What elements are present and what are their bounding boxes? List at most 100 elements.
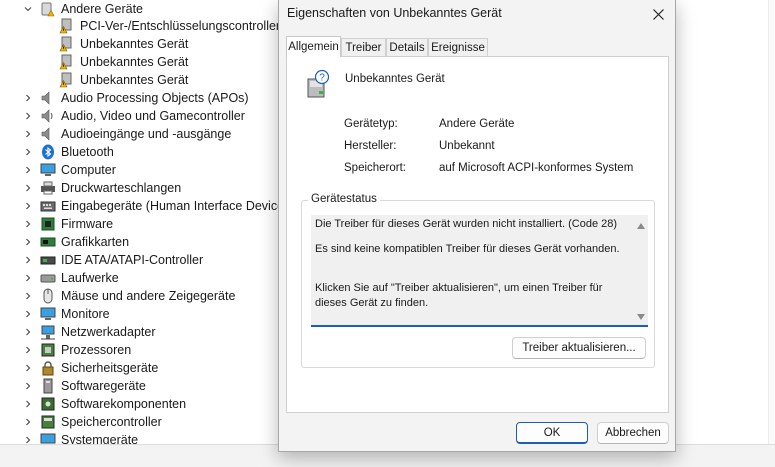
tree-item-label: Unbekanntes Gerät [80, 37, 189, 51]
controller-icon [40, 252, 56, 268]
device-status-title: Gerätestatus [308, 193, 380, 205]
tab-ereignisse[interactable]: Ereignisse [428, 38, 488, 56]
tree-item-speichercontroller[interactable]: Speichercontroller [0, 413, 300, 431]
tree-item-firmware[interactable]: Firmware [0, 215, 300, 233]
keyboard-icon [40, 198, 56, 214]
chevron-right-icon[interactable] [22, 128, 34, 140]
tree-item-unknown-device[interactable]: Unbekanntes Gerät [0, 53, 300, 71]
tree-item-andere-geraete[interactable]: Andere Geräte [0, 0, 300, 18]
scroll-down-icon[interactable] [636, 312, 646, 322]
tree-item-audio-video-gamecontroller[interactable]: Audio, Video und Gamecontroller [0, 107, 300, 125]
unknown-device-icon: ? [305, 69, 331, 99]
speaker-icon [40, 126, 56, 142]
chevron-right-icon[interactable] [22, 416, 34, 428]
tab-allgemein[interactable]: Allgemein [286, 36, 341, 57]
tree-item-monitore[interactable]: Monitore [0, 305, 300, 323]
tree-item-bluetooth[interactable]: Bluetooth [0, 143, 300, 161]
chevron-right-icon[interactable] [22, 308, 34, 320]
svg-text:?: ? [319, 73, 325, 84]
tree-item-druckwarteschlangen[interactable]: Druckwarteschlangen [0, 179, 300, 197]
chevron-right-icon[interactable] [22, 254, 34, 266]
tree-item-ide-controller[interactable]: IDE ATA/ATAPI-Controller [0, 251, 300, 269]
tree-item-sicherheitsgeraete[interactable]: Sicherheitsgeräte [0, 359, 300, 377]
software-device-icon [40, 378, 56, 394]
storage-icon [40, 414, 56, 430]
chevron-right-icon[interactable] [22, 362, 34, 374]
scrollbar-track[interactable] [768, 0, 775, 444]
warning-device-icon [59, 54, 75, 70]
tree-item-audio-processing-objects[interactable]: Audio Processing Objects (APOs) [0, 89, 300, 107]
chevron-right-icon[interactable] [22, 380, 34, 392]
tree-item-label: Audio, Video und Gamecontroller [61, 109, 245, 123]
dialog-titlebar[interactable]: Eigenschaften von Unbekanntes Gerät [279, 0, 675, 28]
chevron-right-icon[interactable] [22, 110, 34, 122]
tree-item-pci-controller[interactable]: PCI-Ver-/Entschlüsselungscontroller [0, 17, 300, 35]
tree-item-label: Druckwarteschlangen [61, 181, 182, 195]
tree-item-maeuse[interactable]: Mäuse und andere Zeigegeräte [0, 287, 300, 305]
unknown-devices-icon [40, 1, 56, 17]
warning-device-icon [59, 36, 75, 52]
tree-item-softwarekomponenten[interactable]: Softwarekomponenten [0, 395, 300, 413]
tree-item-grafikkarten[interactable]: Grafikkarten [0, 233, 300, 251]
tree-item-label: Andere Geräte [61, 2, 143, 16]
manufacturer-value: Unbekannt [439, 140, 495, 152]
close-button[interactable] [641, 0, 675, 28]
tab-treiber[interactable]: Treiber [341, 38, 386, 56]
tree-item-softwaregeraete[interactable]: Softwaregeräte [0, 377, 300, 395]
device-type-label: Gerätetyp: [344, 118, 398, 130]
tree-item-audioeingaenge[interactable]: Audioeingänge und -ausgänge [0, 125, 300, 143]
tree-item-label: Prozessoren [61, 343, 132, 357]
tree-item-label: Softwarekomponenten [61, 397, 187, 411]
device-type-value: Andere Geräte [439, 118, 515, 130]
tree-item-label: Laufwerke [61, 271, 119, 285]
chip-icon [40, 216, 56, 232]
device-status-textbox[interactable]: Die Treiber für dieses Gerät wurden nich… [311, 215, 648, 327]
chevron-down-icon[interactable] [22, 3, 34, 15]
monitor-icon [40, 162, 56, 178]
tree-item-label: IDE ATA/ATAPI-Controller [61, 253, 204, 267]
status-line: Klicken Sie auf "Treiber aktualisieren",… [315, 282, 603, 309]
warning-device-icon [59, 72, 75, 88]
tab-details[interactable]: Details [386, 38, 428, 56]
chevron-right-icon[interactable] [22, 200, 34, 212]
tree-item-label: Unbekanntes Gerät [80, 55, 189, 69]
tree-item-label: Monitore [61, 307, 110, 321]
ok-button[interactable]: OK [516, 422, 588, 444]
display-adapter-icon [40, 234, 56, 250]
tree-item-label: Netzwerkadapter [61, 325, 156, 339]
tree-item-prozessoren[interactable]: Prozessoren [0, 341, 300, 359]
chevron-right-icon[interactable] [22, 398, 34, 410]
chevron-right-icon[interactable] [22, 92, 34, 104]
tree-item-label: PCI-Ver-/Entschlüsselungscontroller [80, 19, 281, 33]
tree-item-label: Computer [61, 163, 116, 177]
software-component-icon [40, 396, 56, 412]
tree-item-label: Firmware [61, 217, 114, 231]
chevron-right-icon[interactable] [22, 272, 34, 284]
tree-item-label: Eingabegeräte (Human Interface Devices) [61, 199, 295, 213]
close-icon [652, 8, 664, 20]
network-icon [40, 324, 56, 340]
cancel-button[interactable]: Abbrechen [597, 422, 669, 444]
tree-item-laufwerke[interactable]: Laufwerke [0, 269, 300, 287]
chevron-right-icon[interactable] [22, 218, 34, 230]
chevron-right-icon[interactable] [22, 326, 34, 338]
tree-item-eingabegeraete[interactable]: Eingabegeräte (Human Interface Devices) [0, 197, 300, 215]
tree-item-computer[interactable]: Computer [0, 161, 300, 179]
chevron-right-icon[interactable] [22, 164, 34, 176]
location-value: auf Microsoft ACPI-konformes System [439, 162, 634, 174]
chevron-right-icon[interactable] [22, 344, 34, 356]
status-line: Die Treiber für dieses Gerät wurden nich… [315, 218, 618, 230]
scroll-up-icon[interactable] [636, 221, 646, 231]
tree-item-unknown-device[interactable]: Unbekanntes Gerät [0, 35, 300, 53]
chevron-right-icon[interactable] [22, 236, 34, 248]
chevron-right-icon[interactable] [22, 146, 34, 158]
tree-item-label: Sicherheitsgeräte [61, 361, 159, 375]
chevron-right-icon[interactable] [22, 182, 34, 194]
chevron-right-icon[interactable] [22, 290, 34, 302]
tree-item-label: Bluetooth [61, 145, 114, 159]
tree-item-label: Softwaregeräte [61, 379, 146, 393]
tree-item-netzwerkadapter[interactable]: Netzwerkadapter [0, 323, 300, 341]
speaker-icon [40, 108, 56, 124]
update-driver-button[interactable]: Treiber aktualisieren... [512, 337, 646, 359]
tree-item-unknown-device[interactable]: Unbekanntes Gerät [0, 71, 300, 89]
